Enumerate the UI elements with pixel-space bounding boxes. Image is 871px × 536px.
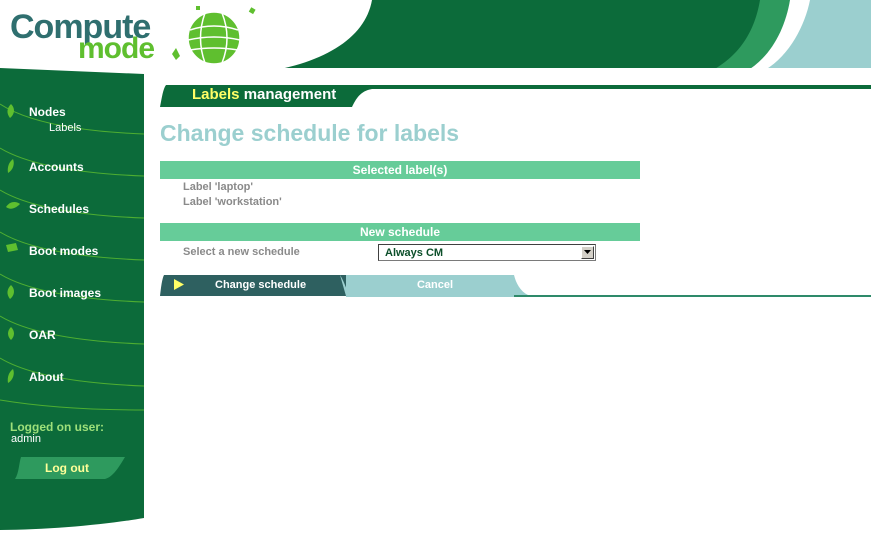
chevron-down-icon[interactable] [581,246,594,259]
sidebar-item-boot-modes[interactable]: Boot modes [0,240,144,264]
sidebar-item-schedules[interactable]: Schedules [0,198,144,222]
leaf-icon [7,285,14,299]
content-top-edge [144,68,871,76]
sidebar: Nodes Labels Accounts Schedules Boot mod… [0,68,144,536]
select-schedule-label: Select a new schedule [183,246,300,258]
sidebar-item-label: Boot modes [29,244,99,258]
page-header: Labels management [160,85,871,107]
leaf-icon [6,202,20,209]
leaf-icon [7,369,14,383]
logout-button[interactable]: Log out [15,457,125,479]
sidebar-item-label: Schedules [29,202,90,216]
page-header-rest: management [239,86,337,103]
sidebar-item-label: Nodes [29,105,66,119]
leaf-icon [8,327,14,340]
sidebar-item-label: About [29,370,64,384]
logged-user-name: admin [11,433,41,445]
sidebar-item-boot-images[interactable]: Boot images [0,282,144,306]
sidebar-subitem-labels[interactable]: Labels [49,122,81,134]
brand-name-line2: mode [78,32,155,65]
selected-label-item: Label 'workstation' [183,196,282,208]
sidebar-item-about[interactable]: About [0,366,144,390]
change-schedule-label: Change schedule [215,279,307,291]
sidebar-item-label: Accounts [29,160,84,174]
action-bar: Change schedule Cancel [160,275,871,297]
sidebar-item-accounts[interactable]: Accounts [0,156,144,180]
page-header-title: Labels management [192,86,336,103]
new-schedule-section-header: New schedule [160,223,640,241]
schedule-select[interactable]: Always CM [378,244,596,261]
leaf-icon [7,104,14,118]
change-schedule-button[interactable]: Change schedule [160,275,345,296]
selected-labels-section-header: Selected label(s) [160,161,640,179]
app-header: Compute mode [0,0,871,74]
globe-logo-icon [172,6,256,65]
cancel-label: Cancel [416,279,454,291]
cancel-button[interactable]: Cancel [346,275,516,296]
logout-label: Log out [45,461,89,475]
selected-label-item: Label 'laptop' [183,181,254,193]
sidebar-item-oar[interactable]: OAR [0,324,144,348]
page-header-highlight: Labels [192,86,240,103]
leaf-icon [6,243,18,252]
logged-on-label: Logged on user: [10,420,104,434]
page-title: Change schedule for labels [160,120,460,146]
play-arrow-icon [174,279,184,290]
sidebar-item-label: OAR [29,328,56,342]
leaf-icon [7,159,14,173]
schedule-select-value: Always CM [385,247,444,259]
sidebar-item-label: Boot images [29,286,102,300]
